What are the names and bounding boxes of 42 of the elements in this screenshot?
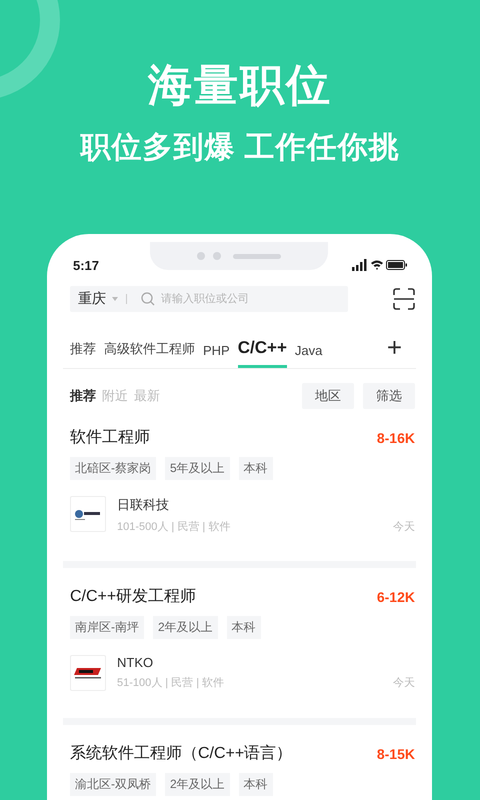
promo-subtitle: 职位多到爆 工作任你挑 (80, 130, 400, 166)
category-tab[interactable]: C/C++ (238, 338, 287, 368)
job-tag: 北碚区-蔡家岗 (70, 457, 156, 480)
promo-title: 海量职位 (148, 60, 332, 112)
posted-date: 今天 (393, 676, 415, 690)
job-title[interactable]: 软件工程师 (70, 427, 150, 448)
company-name: NTKO (117, 655, 154, 670)
search-bar[interactable]: 重庆 请输入职位或公司 (70, 286, 348, 312)
feed-tab[interactable]: 推荐 (70, 387, 96, 405)
status-icons (352, 259, 408, 271)
salary: 8-16K (376, 430, 415, 446)
posted-date: 今天 (393, 520, 415, 534)
job-tag: 本科 (238, 773, 273, 796)
scan-icon[interactable] (393, 288, 415, 310)
category-tab[interactable]: 推荐 (70, 340, 96, 368)
company-name: 日联科技 (117, 496, 170, 514)
add-tab-button[interactable]: + (386, 332, 402, 368)
job-tag: 南岸区-南坪 (70, 616, 144, 639)
company-details: 51-100人 | 民营 | 软件 (117, 676, 224, 690)
job-tag: 渝北区-双凤桥 (70, 773, 156, 796)
job-tag: 2年及以上 (165, 773, 230, 796)
caret-icon (112, 297, 118, 301)
salary: 8-15K (376, 746, 415, 762)
job-title[interactable]: 系统软件工程师（C/C++语言） (70, 743, 292, 764)
status-time: 5:17 (73, 258, 100, 272)
company-details: 101-500人 | 民营 | 软件 (117, 520, 230, 534)
job-tag: 5年及以上 (165, 457, 230, 480)
company-logo-icon (70, 496, 106, 532)
filter-button[interactable]: 筛选 (363, 383, 415, 409)
city-selector[interactable]: 重庆 (78, 290, 106, 308)
job-tag: 本科 (226, 616, 261, 639)
salary: 6-12K (376, 588, 415, 604)
job-tag: 2年及以上 (153, 616, 218, 639)
category-tab[interactable]: Java (294, 343, 322, 368)
search-icon (141, 292, 155, 306)
job-tag: 本科 (238, 457, 273, 480)
job-title[interactable]: C/C++研发工程师 (70, 586, 196, 607)
search-field[interactable]: 请输入职位或公司 (161, 293, 331, 305)
category-tab[interactable]: PHP (203, 343, 230, 368)
category-tab[interactable]: 高级软件工程师 (104, 340, 195, 368)
company-logo-icon (70, 655, 106, 691)
filter-button[interactable]: 地区 (302, 383, 354, 409)
